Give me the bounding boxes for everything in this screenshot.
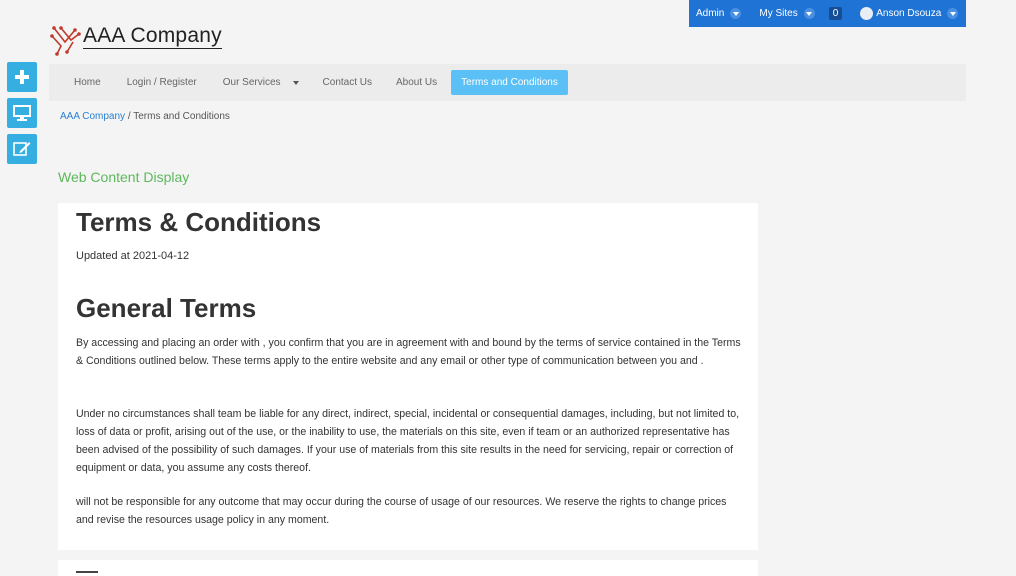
chevron-down-icon — [803, 8, 815, 19]
user-name: Anson Dsouza — [876, 8, 942, 19]
paragraph: Under no circumstances shall team be lia… — [76, 408, 740, 474]
edit-button[interactable] — [7, 134, 37, 164]
nav-item-contact-us[interactable]: Contact Us — [299, 77, 372, 88]
paragraph: will not be responsible for any outcome … — [76, 496, 727, 526]
divider — [76, 571, 98, 576]
plus-icon — [15, 70, 29, 84]
nav-item-terms-and-conditions[interactable]: Terms and Conditions — [451, 70, 568, 95]
logo-text: AAA Company — [83, 24, 222, 49]
dockbar: Admin My Sites 0 Anson Dsouza — [689, 0, 966, 27]
breadcrumb-separator: / — [127, 111, 131, 122]
my-sites-label: My Sites — [759, 8, 798, 19]
chevron-down-icon — [947, 8, 959, 19]
avatar — [860, 7, 874, 20]
chevron-down-icon — [730, 8, 742, 19]
nav-item-about-us[interactable]: About Us — [372, 77, 437, 88]
page-title: Terms & Conditions — [76, 207, 322, 237]
next-content-card — [58, 560, 758, 576]
breadcrumb-current: Terms and Conditions — [133, 111, 230, 122]
admin-menu[interactable]: Admin — [689, 0, 742, 27]
nav-item-our-services[interactable]: Our Services — [197, 77, 299, 88]
preview-button[interactable] — [7, 98, 37, 128]
user-menu[interactable]: Anson Dsouza — [842, 0, 959, 27]
company-logo[interactable]: AAA Company — [49, 24, 222, 56]
paragraph: By accessing and placing an order with ,… — [76, 337, 741, 367]
circuit-logo-icon — [50, 26, 81, 56]
updated-date: Updated at 2021-04-12 — [76, 250, 190, 262]
add-button[interactable] — [7, 62, 37, 92]
breadcrumb: AAA Company / Terms and Conditions — [60, 111, 230, 122]
section-title: General Terms — [76, 293, 257, 323]
portlet-title: Web Content Display — [58, 169, 190, 185]
nav-item-home[interactable]: Home — [49, 77, 101, 88]
my-sites-menu[interactable]: My Sites — [741, 0, 815, 27]
nav-item-label: Our Services — [222, 77, 281, 88]
breadcrumb-home-link[interactable]: AAA Company — [60, 111, 125, 122]
nav-item-login-register[interactable]: Login / Register — [101, 77, 197, 88]
monitor-icon — [13, 105, 31, 121]
web-content-card: Terms & Conditions Updated at 2021-04-12… — [58, 203, 758, 550]
admin-label: Admin — [696, 8, 725, 19]
notification-count-badge[interactable]: 0 — [828, 7, 843, 20]
edit-icon — [13, 142, 31, 156]
main-navigation: Home Login / Register Our Services Conta… — [49, 64, 966, 101]
